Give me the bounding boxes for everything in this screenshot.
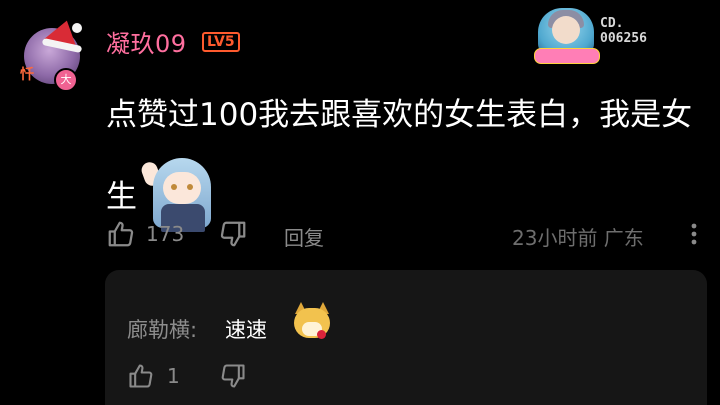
reply-like-count: 1 (167, 364, 180, 388)
rose-icon (317, 330, 326, 339)
reply-text: 速速 (225, 318, 267, 342)
comment-text-line1: 点赞过100我去跟喜欢的女生表白，我是女 (106, 97, 693, 133)
sticker-eye-right (187, 184, 193, 190)
avatar-badge-left: 忏 (20, 67, 34, 83)
like-button[interactable] (106, 218, 136, 250)
reply-dislike-button[interactable] (219, 362, 247, 394)
reply-author[interactable]: 廊勒横: (127, 314, 197, 344)
comment-text: 点赞过100我去跟喜欢的女生表白，我是女 生 (106, 76, 696, 236)
fan-card-ribbon (534, 48, 600, 64)
more-vertical-icon (691, 223, 697, 245)
comment-meta: 23小时前 广东 (512, 226, 644, 250)
like-count: 173 (146, 222, 185, 246)
fan-card-badge[interactable] (534, 6, 600, 66)
user-avatar[interactable]: 忏 大 (18, 16, 83, 92)
more-options-button[interactable] (688, 218, 700, 250)
fan-card-character-face (552, 16, 580, 44)
sticker-eye-left (171, 184, 177, 190)
thumbs-down-icon (221, 364, 245, 388)
santa-hat-pom (72, 23, 82, 33)
fan-card-number-value: 006256 (600, 31, 647, 46)
sticker-face (163, 172, 201, 204)
reply-like-button[interactable] (127, 362, 155, 394)
comment-text-line2-text: 生 (106, 179, 137, 215)
level-badge: LV5 (202, 32, 240, 52)
comment-page: 忏 大 凝玖09 LV5 CD. 006256 点赞过100我去跟喜欢的女生表白… (0, 0, 720, 405)
avatar-badge-big: 大 (54, 68, 78, 92)
comment-actions: 173 回复 23小时前 广东 (106, 218, 706, 250)
thumbs-down-icon (220, 221, 246, 247)
thumbs-up-icon (129, 364, 153, 388)
thumbs-up-icon (108, 221, 134, 247)
dislike-button[interactable] (218, 218, 248, 250)
username[interactable]: 凝玖09 (106, 24, 187, 59)
reply-box[interactable]: 廊勒横: 速速 1 (105, 270, 707, 405)
doge-with-rose-emoji-icon (291, 302, 333, 342)
fan-card-number-prefix: CD. (600, 16, 624, 31)
fan-card-number: CD. 006256 (600, 16, 647, 46)
reply-button[interactable]: 回复 (284, 222, 324, 251)
